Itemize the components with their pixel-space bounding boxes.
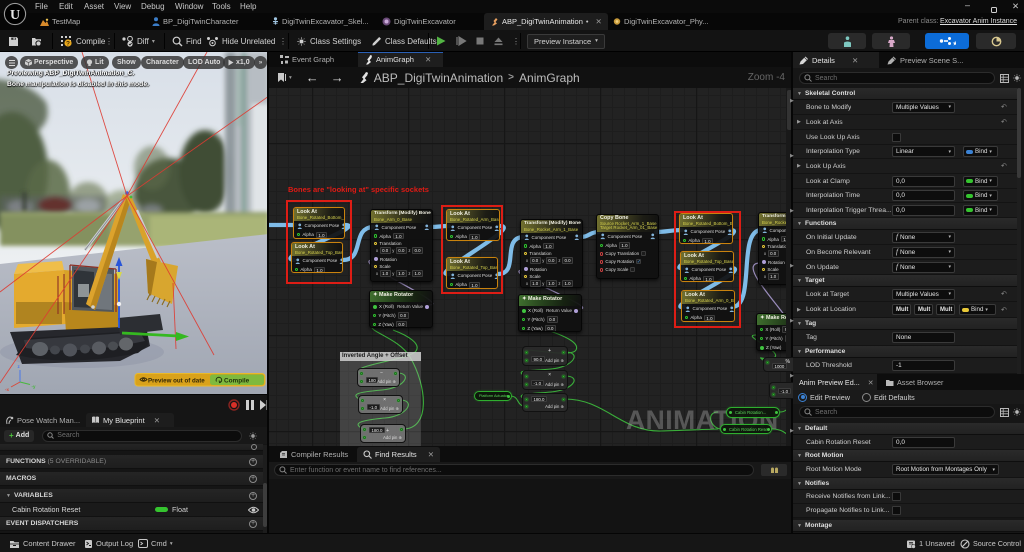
- svg-text:?: ?: [66, 41, 70, 47]
- svg-text:Compile: Compile: [224, 377, 250, 384]
- svg-text:-y: -y: [32, 384, 36, 389]
- svg-text:Preview out of date: Preview out of date: [148, 377, 205, 384]
- svg-text:★: ★: [952, 39, 956, 46]
- svg-text:U: U: [10, 8, 20, 23]
- svg-text:-x: -x: [5, 387, 9, 392]
